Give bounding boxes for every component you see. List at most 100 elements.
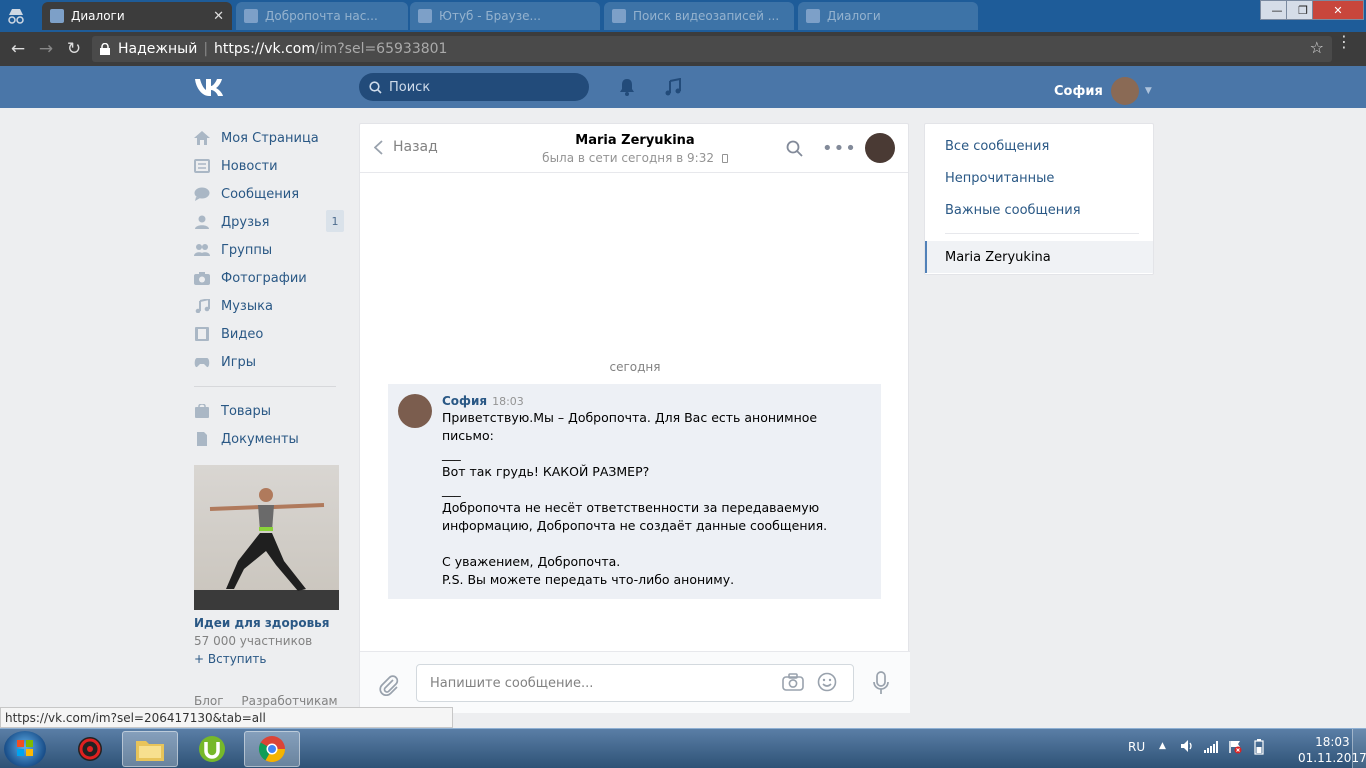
tab-favicon-icon	[244, 9, 258, 23]
microphone-icon[interactable]	[872, 671, 890, 695]
forward-arrow-icon[interactable]: →	[35, 38, 57, 60]
taskbar-explorer[interactable]	[122, 731, 178, 767]
chrome-icon	[258, 736, 286, 763]
emoji-smile-icon[interactable]	[817, 672, 837, 692]
message-line: письмо:	[442, 428, 494, 443]
chat-panel: Назад Maria Zeryukina была в сети сегодн…	[359, 123, 910, 713]
documents-icon	[197, 432, 207, 446]
sidebar-item-news[interactable]: Новости	[194, 152, 344, 180]
sidebar-item-label: Видео	[221, 326, 264, 342]
ad-title[interactable]: Идеи для здоровья	[194, 616, 339, 630]
sidebar-item-video[interactable]: Видео	[194, 320, 344, 348]
lock-icon	[100, 43, 110, 55]
day-separator: сегодня	[609, 360, 661, 374]
music-icon	[195, 299, 210, 313]
user-name: София	[1054, 83, 1103, 99]
close-tab-icon[interactable]: ✕	[213, 9, 224, 24]
back-arrow-icon[interactable]: ←	[7, 38, 29, 60]
friends-count-badge: 1	[326, 210, 344, 232]
vk-search-input[interactable]: Поиск	[359, 73, 589, 101]
sidebar-item-games[interactable]: Игры	[194, 348, 344, 376]
peer-avatar[interactable]	[865, 133, 895, 163]
browser-menu-icon[interactable]: ⋮	[1336, 34, 1352, 50]
taskbar-chrome[interactable]	[244, 731, 300, 767]
message-author-avatar[interactable]	[398, 394, 432, 428]
tab-video-search[interactable]: Поиск видеозаписей ...	[604, 2, 794, 30]
sidebar-item-label: Моя Страница	[221, 130, 319, 146]
active-dialog-item[interactable]: Maria Zeryukina	[925, 241, 1153, 273]
tab-dobropochta[interactable]: Добропочта нас...	[236, 2, 408, 30]
taskbar-utorrent[interactable]	[184, 731, 240, 767]
dialog-filters-panel: Все сообщения Непрочитанные Важные сообщ…	[924, 123, 1154, 275]
browser-toolbar: ← → ↻ Надежный | https://vk.com/im?sel=6…	[0, 32, 1366, 66]
goods-icon	[195, 404, 209, 418]
tab-label: Добропочта нас...	[265, 9, 378, 23]
sidebar-item-messages[interactable]: Сообщения	[194, 180, 344, 208]
groups-icon	[194, 244, 210, 256]
taskbar-app-red[interactable]	[62, 731, 118, 767]
left-sidebar: Моя Страница Новости Сообщения Друзья 1 …	[194, 124, 344, 453]
url-path: /im?sel=65933801	[314, 41, 448, 57]
message-time: 18:03	[492, 395, 524, 408]
sidebar-item-label: Игры	[221, 354, 257, 370]
sidebar-divider	[194, 386, 336, 387]
camera-icon[interactable]	[782, 673, 804, 691]
battery-icon[interactable]	[1254, 739, 1264, 755]
message-line: ___	[442, 446, 461, 461]
message-line: Добропочта не несёт ответственности за п…	[442, 500, 820, 515]
close-window-button[interactable]: ✕	[1312, 0, 1364, 20]
bookmark-star-icon[interactable]: ☆	[1310, 38, 1324, 57]
footer-blog-link[interactable]: Блог	[194, 694, 224, 708]
search-icon	[369, 80, 382, 94]
vk-favicon-icon	[50, 9, 64, 23]
message-line: информацию, Добропочта не создаёт данные…	[442, 518, 828, 533]
music-player-icon[interactable]	[664, 78, 682, 96]
tab-dialogs-2[interactable]: Диалоги	[798, 2, 978, 30]
sidebar-item-documents[interactable]: Документы	[194, 425, 344, 453]
message-composer: Напишите сообщение...	[360, 651, 910, 713]
message-author[interactable]: София	[442, 394, 487, 408]
message-line: С уважением, Добропочта.	[442, 554, 621, 569]
more-options-icon[interactable]: •••	[822, 138, 857, 159]
sidebar-item-goods[interactable]: Товары	[194, 397, 344, 425]
ad-image[interactable]	[194, 465, 339, 610]
filter-important[interactable]: Важные сообщения	[925, 194, 1153, 226]
filter-unread[interactable]: Непрочитанные	[925, 162, 1153, 194]
sidebar-item-label: Друзья	[221, 214, 270, 230]
address-bar[interactable]: Надежный | https://vk.com/im?sel=6593380…	[92, 36, 1332, 62]
footer-links: Блог Разработчикам	[194, 694, 338, 708]
sidebar-item-my-page[interactable]: Моя Страница	[194, 124, 344, 152]
windows-start-button[interactable]	[4, 731, 46, 767]
friends-icon	[195, 215, 209, 229]
volume-icon[interactable]	[1180, 739, 1194, 753]
message-input-placeholder: Напишите сообщение...	[430, 675, 594, 691]
notifications-bell-icon[interactable]	[618, 78, 636, 96]
tray-expand-icon[interactable]: ▲	[1159, 741, 1166, 751]
language-indicator[interactable]: RU	[1128, 740, 1145, 754]
network-signal-icon[interactable]	[1204, 741, 1218, 753]
message-line: Приветствую.Мы – Добропочта. Для Вас ест…	[442, 410, 818, 425]
ad-members: 57 000 участников	[194, 634, 313, 648]
photo-icon	[194, 272, 210, 285]
tab-label: Диалоги	[71, 9, 125, 23]
filter-all-messages[interactable]: Все сообщения	[925, 130, 1153, 162]
vk-logo-icon	[195, 79, 223, 96]
message-item[interactable]: София 18:03 Приветствую.Мы – Добропочта. …	[388, 384, 881, 599]
vk-logo[interactable]	[194, 76, 228, 96]
sidebar-item-groups[interactable]: Группы	[194, 236, 344, 264]
reload-icon[interactable]: ↻	[63, 38, 85, 60]
attach-paperclip-icon[interactable]	[378, 674, 400, 696]
footer-dev-link[interactable]: Разработчикам	[241, 694, 337, 708]
sidebar-item-music[interactable]: Музыка	[194, 292, 344, 320]
join-button[interactable]: + Вступить	[194, 652, 339, 666]
show-desktop-button[interactable]	[1352, 729, 1366, 768]
tab-youtube[interactable]: Ютуб - Браузе...	[410, 2, 600, 30]
chat-search-icon[interactable]	[786, 140, 803, 157]
user-menu[interactable]: София ▼	[1054, 77, 1152, 105]
sidebar-item-photos[interactable]: Фотографии	[194, 264, 344, 292]
tab-dialogs[interactable]: Диалоги ✕	[42, 2, 232, 30]
sidebar-item-friends[interactable]: Друзья 1	[194, 208, 344, 236]
windows-logo-icon	[17, 740, 33, 756]
video-icon	[195, 327, 209, 341]
action-center-flag-icon[interactable]	[1228, 740, 1242, 754]
